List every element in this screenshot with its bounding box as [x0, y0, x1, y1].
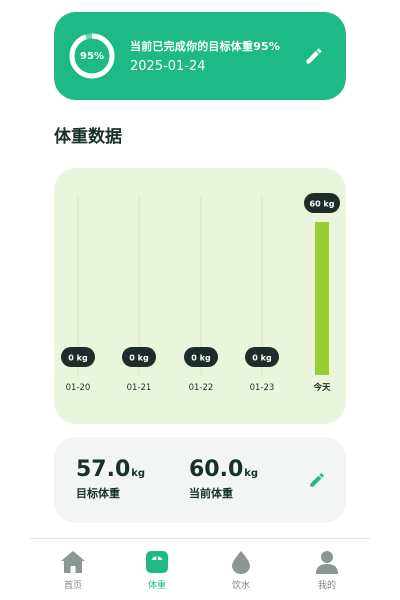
target-weight-value: 57.0 [76, 457, 131, 482]
current-weight-value: 60.0 [189, 457, 244, 482]
section-title: 体重数据 [54, 127, 122, 147]
x-tick-label: 01-22 [189, 383, 214, 393]
nav-item-weight[interactable]: 体重 [127, 549, 187, 591]
nav-label-weight: 体重 [147, 581, 166, 591]
current-weight-stat: 60.0kg 当前体重 [189, 457, 258, 501]
goal-date: 2025-01-24 [130, 59, 206, 74]
weight-stats-card: 57.0kg 目标体重 60.0kg 当前体重 [54, 437, 346, 523]
bar [315, 222, 329, 375]
goal-progress-card: 95% 当前已完成你的目标体重95% 2025-01-24 [54, 12, 346, 100]
user-icon [316, 551, 338, 574]
nav-item-water[interactable]: 饮水 [211, 549, 271, 591]
data-label: 0 kg [129, 354, 149, 363]
nav-item-home[interactable]: 首页 [43, 549, 103, 591]
water-drop-icon [232, 551, 250, 574]
target-weight-unit: kg [131, 468, 146, 479]
nav-label-profile: 我的 [317, 581, 336, 591]
x-tick-label: 01-23 [250, 383, 275, 393]
bottom-nav: 首页 体重 饮水 我的 [30, 538, 370, 600]
progress-percent: 95% [80, 50, 104, 62]
pencil-icon[interactable] [308, 471, 326, 489]
target-weight-label: 目标体重 [76, 487, 120, 500]
weight-bar-chart: 0 kg 01-20 0 kg 01-21 0 kg 01-22 0 kg 01-23 60 k… [61, 193, 340, 393]
home-icon [61, 551, 85, 573]
data-label: 60 kg [310, 200, 335, 209]
current-weight-unit: kg [244, 468, 259, 479]
x-tick-label: 01-21 [127, 383, 152, 393]
data-label: 0 kg [252, 354, 272, 363]
goal-message: 当前已完成你的目标体重95% [130, 40, 281, 53]
nav-item-profile[interactable]: 我的 [297, 549, 357, 591]
pencil-icon[interactable] [304, 46, 324, 66]
nav-label-water: 饮水 [231, 581, 250, 591]
weight-chart-card: 0 kg 01-20 0 kg 01-21 0 kg 01-22 0 kg 01-23 60 k… [54, 168, 346, 424]
x-tick-label: 01-20 [66, 383, 91, 393]
data-label: 0 kg [191, 354, 211, 363]
nav-label-home: 首页 [63, 581, 82, 591]
current-weight-label: 当前体重 [189, 487, 233, 500]
target-weight-stat: 57.0kg 目标体重 [76, 457, 145, 501]
data-label: 0 kg [68, 354, 88, 363]
x-tick-label: 今天 [312, 382, 331, 393]
scale-icon [146, 551, 168, 573]
